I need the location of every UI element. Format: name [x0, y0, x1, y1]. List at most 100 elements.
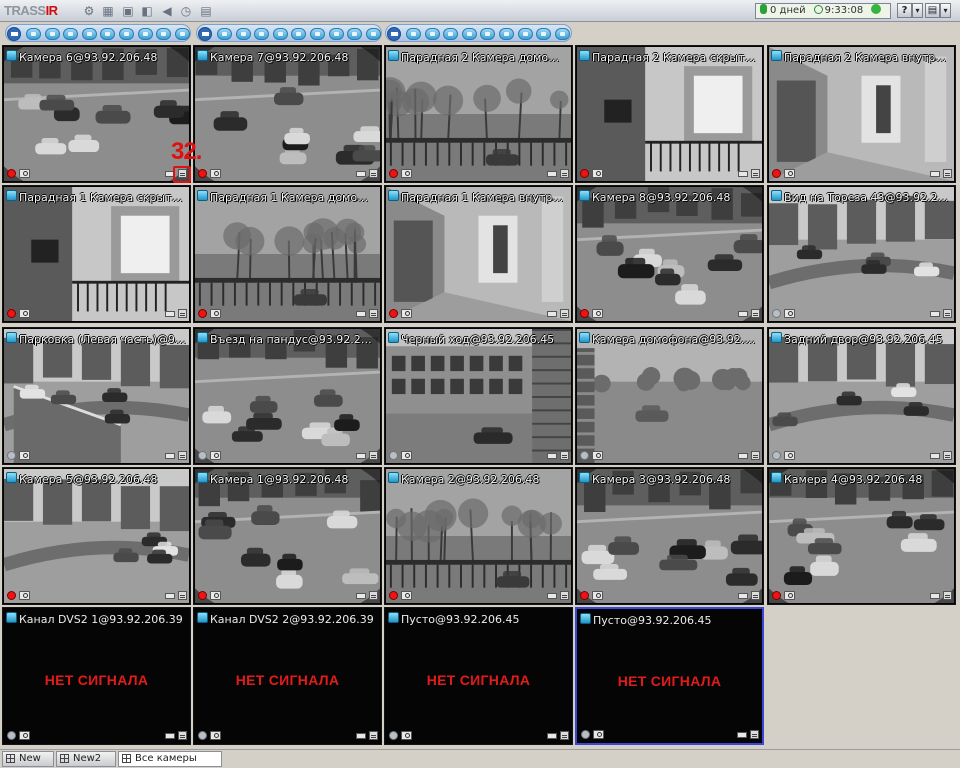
ptz-icon[interactable] [930, 593, 940, 599]
tile-menu-icon[interactable] [369, 309, 378, 318]
camera-tile[interactable]: Парадная 1 Камера домофона@93.92.206.48 [193, 185, 382, 323]
snapshot-icon[interactable] [401, 169, 412, 178]
camera-select-icon[interactable] [461, 28, 477, 40]
clock-icon[interactable]: ◷ [179, 4, 193, 18]
ptz-icon[interactable] [547, 171, 557, 177]
camera-select-icon[interactable] [156, 28, 172, 40]
camera-icon[interactable] [771, 190, 782, 201]
record-indicator-icon[interactable] [7, 451, 16, 460]
snapshot-icon[interactable] [210, 451, 221, 460]
snapshot-icon[interactable] [593, 730, 604, 739]
snapshot-icon[interactable] [592, 451, 603, 460]
snapshot-icon[interactable] [210, 731, 221, 740]
camera-select-icon[interactable] [443, 28, 459, 40]
ptz-icon[interactable] [930, 311, 940, 317]
record-indicator-icon[interactable] [389, 591, 398, 600]
camera-tile[interactable]: Парадная 1 Камера скрытая@93.92.206.48 [2, 185, 191, 323]
camera-tile[interactable]: Канал DVS2 2@93.92.206.39 НЕТ СИГНАЛА [193, 607, 382, 745]
camera-tile[interactable]: Пусто@93.92.206.45 НЕТ СИГНАЛА [575, 607, 764, 745]
camera-tile[interactable]: Камера 7@93.92.206.48 [193, 45, 382, 183]
camera-tile[interactable]: Парадная 2 Камера домофона@93.92.206.48 [384, 45, 573, 183]
camera-icon[interactable] [579, 472, 590, 483]
camera-icon[interactable] [197, 472, 208, 483]
tile-menu-icon[interactable] [369, 591, 378, 600]
camera-tile[interactable]: Вид на Тореза 43@93.92.206.48 [767, 185, 956, 323]
tile-menu-icon[interactable] [943, 451, 952, 460]
snapshot-icon[interactable] [210, 169, 221, 178]
camera-tile[interactable]: Парадная 2 Камера внутренняя@93.92.206.4… [767, 45, 956, 183]
camera-select-icon[interactable] [235, 28, 251, 40]
record-indicator-icon[interactable] [772, 451, 781, 460]
camera-icon[interactable] [6, 472, 17, 483]
camera-select-icon[interactable] [119, 28, 134, 40]
camera-icon[interactable] [6, 190, 17, 201]
camera-icon[interactable] [197, 50, 208, 61]
camera-select-icon[interactable] [424, 28, 440, 40]
camera-icon[interactable] [388, 612, 399, 623]
record-indicator-icon[interactable] [580, 169, 589, 178]
ptz-icon[interactable] [930, 453, 940, 459]
layout-tab[interactable]: New2 [56, 751, 116, 767]
camera-select-icon[interactable] [291, 28, 307, 40]
camera-icon[interactable] [197, 190, 208, 201]
snapshot-icon[interactable] [401, 451, 412, 460]
camera-tile[interactable]: Черный ход@93.92.206.45 [384, 327, 573, 465]
record-indicator-icon[interactable] [580, 451, 589, 460]
ptz-icon[interactable] [738, 453, 748, 459]
ptz-icon[interactable] [165, 453, 175, 459]
tile-menu-icon[interactable] [751, 451, 760, 460]
ptz-icon[interactable] [930, 171, 940, 177]
record-indicator-icon[interactable] [389, 451, 398, 460]
camera-icon[interactable] [197, 332, 208, 343]
tile-menu-icon[interactable] [178, 591, 187, 600]
camera-select-icon[interactable] [347, 28, 363, 40]
camera-select-icon[interactable] [554, 28, 570, 40]
camera-tile[interactable]: Канал DVS2 1@93.92.206.39 НЕТ СИГНАЛА [2, 607, 191, 745]
camera-icon[interactable] [6, 50, 17, 61]
ptz-icon[interactable] [738, 311, 748, 317]
camera-tile[interactable]: Камера домофона@93.92.206.45 [575, 327, 764, 465]
camera-select-icon[interactable] [26, 28, 41, 40]
help-dropdown-icon[interactable]: ▾ [912, 3, 923, 18]
camera-select-icon[interactable] [365, 28, 381, 40]
ptz-icon[interactable] [165, 733, 175, 739]
tile-menu-icon[interactable] [560, 451, 569, 460]
record-indicator-icon[interactable] [581, 730, 590, 739]
camera-icon[interactable] [388, 332, 399, 343]
camera-select-icon[interactable] [217, 28, 232, 40]
ptz-icon[interactable] [547, 311, 557, 317]
server-icon[interactable] [387, 27, 401, 41]
camera-select-icon[interactable] [406, 28, 421, 40]
camera-select-icon[interactable] [480, 28, 496, 40]
camera-select-icon[interactable] [63, 28, 79, 40]
server-icon[interactable] [7, 27, 21, 41]
camera-tile[interactable]: Камера 6@93.92.206.48 [2, 45, 191, 183]
camera-icon[interactable] [579, 332, 590, 343]
speaker-icon[interactable]: ◀ [160, 4, 174, 18]
tile-menu-icon[interactable] [560, 591, 569, 600]
help-button[interactable]: ? [897, 3, 912, 18]
tile-menu-icon[interactable] [943, 169, 952, 178]
record-indicator-icon[interactable] [198, 309, 207, 318]
ptz-icon[interactable] [356, 733, 366, 739]
camera-icon[interactable] [771, 50, 782, 61]
camera-select-icon[interactable] [499, 28, 514, 40]
camera-tile[interactable]: Въезд на пандус@93.92.206.48 [193, 327, 382, 465]
snapshot-icon[interactable] [19, 309, 30, 318]
snapshot-icon[interactable] [210, 309, 221, 318]
record-indicator-icon[interactable] [7, 169, 16, 178]
snapshot-icon[interactable] [19, 169, 30, 178]
layout-dropdown-icon[interactable]: ▾ [940, 3, 951, 18]
record-indicator-icon[interactable] [198, 731, 207, 740]
ptz-icon[interactable] [738, 171, 748, 177]
tile-menu-icon[interactable] [750, 730, 759, 739]
tile-menu-icon[interactable] [178, 731, 187, 740]
snapshot-icon[interactable] [19, 731, 30, 740]
tile-menu-icon[interactable] [178, 451, 187, 460]
snapshot-icon[interactable] [784, 591, 795, 600]
tile-menu-icon[interactable] [560, 169, 569, 178]
camera-tile[interactable]: Камера 4@93.92.206.48 [767, 467, 956, 605]
camera-icon[interactable] [6, 612, 17, 623]
layout-tab[interactable]: Все камеры [118, 751, 222, 767]
record-indicator-icon[interactable] [580, 591, 589, 600]
